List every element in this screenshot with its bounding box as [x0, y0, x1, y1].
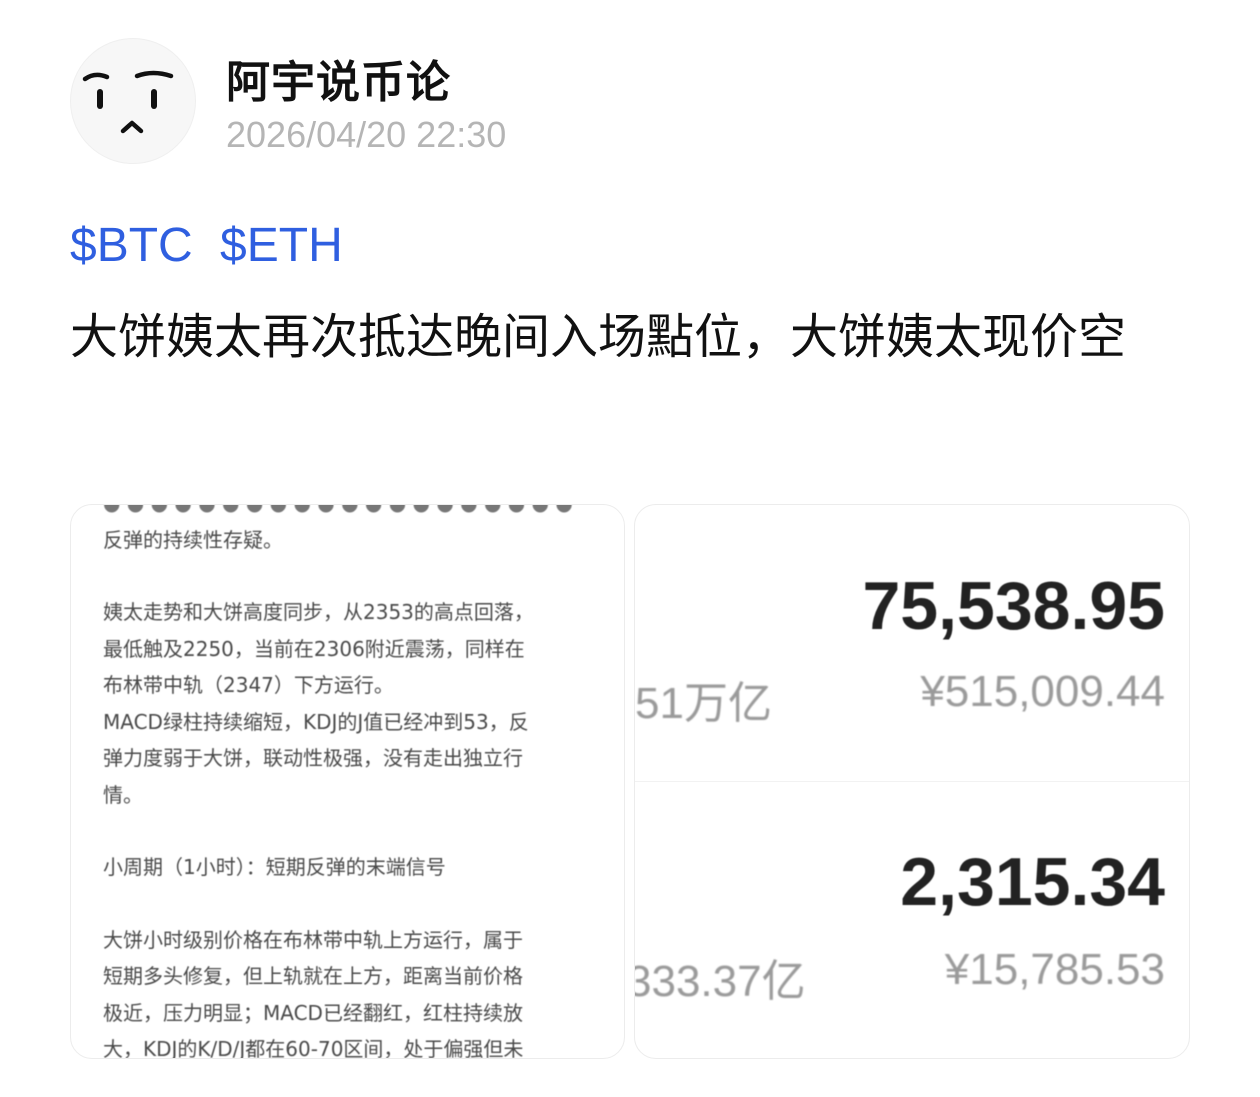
- doc-line: 布林带中轨（2347）下方运行。: [103, 673, 394, 697]
- btc-market-cap: 51万亿: [635, 679, 772, 728]
- doc-line: 姨太走势和大饼高度同步，从2353的高点回落，: [103, 600, 534, 624]
- avatar[interactable]: [70, 38, 196, 164]
- doc-line: 短期多头修复，但上轨就在上方，距离当前价格: [103, 964, 523, 988]
- btc-cny-price: ¥515,009.44: [920, 667, 1165, 716]
- doc-line: 反弹的持续性存疑。: [103, 527, 283, 552]
- doc-line: 情。: [103, 782, 143, 807]
- analysis-document: ● ● ● ● ● ● ● ● ● ● ● ● ● ● ● ● ● ● ● ● …: [103, 505, 603, 1059]
- ticker-tags: $BTC $ETH: [70, 218, 357, 273]
- eth-market-cap: 333.37亿: [634, 957, 806, 1006]
- doc-line: MACD绿柱持续缩短，KDJ的J值已经冲到53，反: [103, 709, 529, 734]
- eth-cny-price: ¥15,785.53: [944, 945, 1165, 994]
- doc-line: 极近，压力明显；MACD已经翻红，红柱持续放: [103, 1000, 523, 1025]
- tag-btc[interactable]: $BTC: [70, 219, 193, 272]
- doc-line: 小周期（1小时）：短期反弹的末端信号: [103, 855, 446, 879]
- price-quote-image[interactable]: 75,538.95 51万亿 ¥515,009.44 2,315.34 333.…: [634, 504, 1190, 1059]
- eth-price: 2,315.34: [900, 844, 1165, 920]
- doc-line: 弹力度弱于大饼，联动性极强，没有走出独立行: [103, 746, 523, 770]
- analysis-image[interactable]: ● ● ● ● ● ● ● ● ● ● ● ● ● ● ● ● ● ● ● ● …: [70, 504, 625, 1059]
- post-header: 阿宇说币论 2026/04/20 22:30: [70, 38, 1190, 168]
- doc-line: 大饼小时级别价格在布林带中轨上方运行，属于: [103, 927, 523, 952]
- tag-eth[interactable]: $ETH: [220, 219, 343, 272]
- author-name[interactable]: 阿宇说币论: [226, 46, 451, 110]
- btc-quote-row: 75,538.95 51万亿 ¥515,009.44: [635, 505, 1189, 782]
- post-text: 大饼姨太再次抵达晚间入场點位，大饼姨太现价空: [70, 309, 1127, 365]
- post-timestamp: 2026/04/20 22:30: [226, 114, 507, 155]
- doc-line: 最低触及2250，当前在2306附近震荡，同样在: [103, 636, 525, 661]
- btc-price: 75,538.95: [862, 568, 1165, 644]
- eth-quote-row: 2,315.34 333.37亿 ¥15,785.53: [634, 783, 1189, 1058]
- frown-face-avatar-icon: [82, 70, 174, 134]
- doc-line: 大，KDJ的K/D/J都在60-70区间，处于偏强但未: [103, 1037, 524, 1059]
